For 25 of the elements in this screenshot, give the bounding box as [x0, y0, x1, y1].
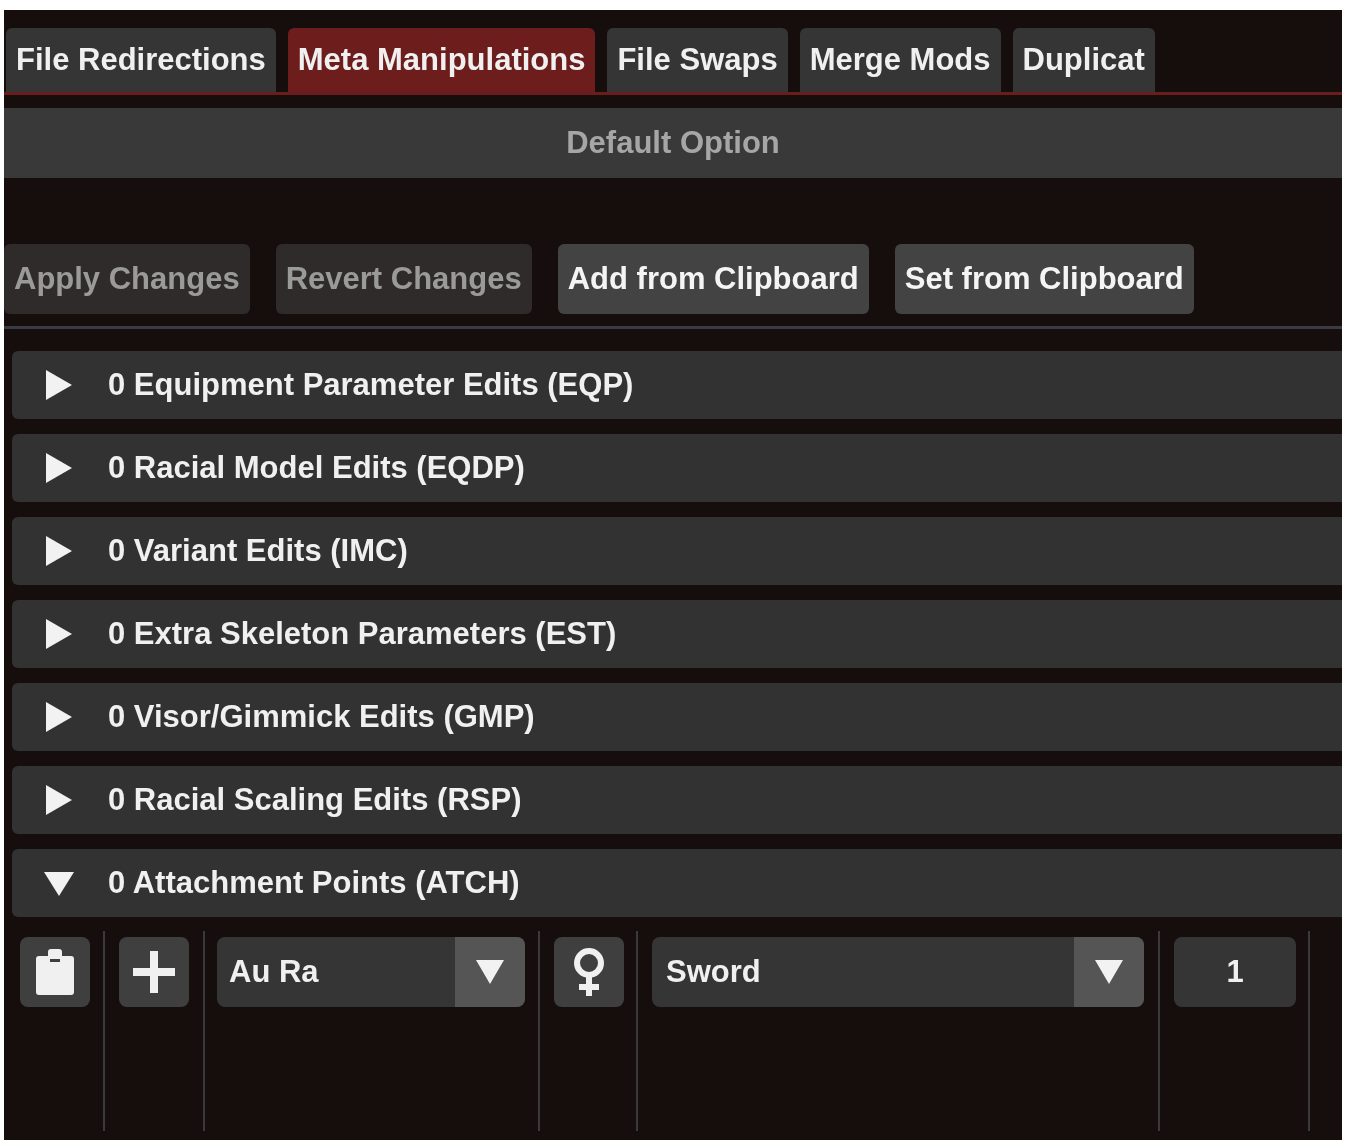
female-symbol-icon — [572, 947, 606, 997]
section-header[interactable]: 0 Racial Scaling Edits (RSP) — [12, 766, 1342, 834]
paste-button[interactable] — [20, 937, 90, 1007]
clipboard-icon — [35, 948, 75, 996]
tab[interactable]: File Swaps — [607, 28, 788, 92]
dropdown-arrow-icon — [1094, 959, 1124, 985]
plus-icon — [133, 951, 175, 993]
dropdown-arrow-icon — [475, 959, 505, 985]
gender-button[interactable] — [554, 937, 624, 1007]
section-header[interactable]: 0 Extra Skeleton Parameters (EST) — [12, 600, 1342, 668]
race-dropdown[interactable]: Au Ra — [217, 937, 525, 1007]
action-button[interactable]: Set from Clipboard — [894, 244, 1194, 314]
tab[interactable]: Duplicat — [1012, 28, 1155, 92]
tab[interactable]: Meta Manipulations — [287, 28, 596, 92]
section-header[interactable]: 0 Variant Edits (IMC) — [12, 517, 1342, 585]
tab[interactable]: Merge Mods — [799, 28, 1001, 92]
section-header[interactable]: 0 Racial Model Edits (EQDP) — [12, 434, 1342, 502]
index-field[interactable]: 1 — [1174, 937, 1296, 1007]
section-header[interactable]: 0 Equipment Parameter Edits (EQP) — [12, 351, 1342, 419]
tab[interactable]: File Redirections — [6, 28, 276, 92]
type-dropdown[interactable]: Sword — [652, 937, 1144, 1007]
add-button[interactable] — [119, 937, 189, 1007]
action-button[interactable]: Add from Clipboard — [557, 244, 869, 314]
section-header[interactable]: 0 Attachment Points (ATCH) — [12, 849, 1342, 917]
section-header[interactable]: 0 Visor/Gimmick Edits (GMP) — [12, 683, 1342, 751]
